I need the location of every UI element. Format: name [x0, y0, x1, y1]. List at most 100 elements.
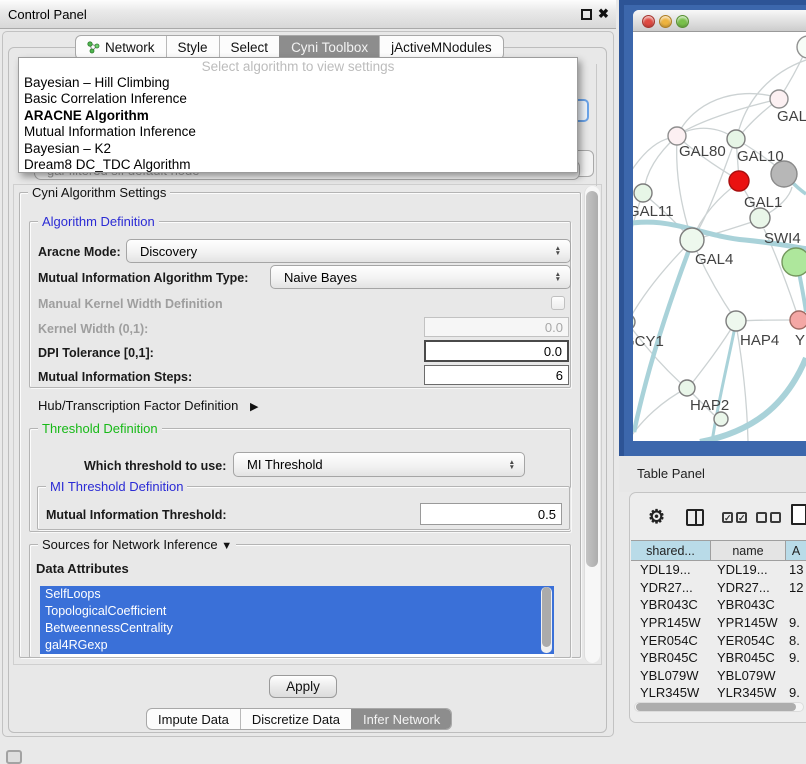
algorithm-option[interactable]: ARACNE Algorithm [19, 108, 577, 124]
network-node[interactable] [797, 36, 806, 58]
tab-impute-data[interactable]: Impute Data [147, 709, 240, 729]
column-header-name[interactable]: name [711, 541, 786, 560]
tab-cyni-toolbox[interactable]: Cyni Toolbox [279, 36, 379, 59]
network-node-hap2[interactable] [679, 380, 695, 396]
table-hscrollbar-thumb[interactable] [636, 703, 796, 711]
expanded-arrow-icon: ▼ [221, 540, 232, 552]
node-label: GAL [777, 108, 806, 125]
network-node-gal1[interactable] [750, 208, 770, 228]
show-columns-icon[interactable] [686, 509, 704, 526]
dpi-tolerance-value: 0.0 [544, 344, 562, 359]
tab-discretize-data-label: Discretize Data [252, 712, 340, 727]
deselect-all-checkbox-icon[interactable] [756, 512, 767, 523]
column-header-partial[interactable]: A [786, 541, 806, 560]
tab-cyni-toolbox-label: Cyni Toolbox [291, 40, 368, 55]
mi-threshold-definition-title: MI Threshold Definition [46, 479, 187, 494]
settings-scrollbar-thumb[interactable] [586, 191, 598, 567]
select-all-checkbox-icon[interactable]: ✓ [736, 512, 747, 523]
table-cell: YBL079W [711, 668, 786, 683]
network-node[interactable] [729, 171, 749, 191]
combo-arrows-icon: ▲▼ [555, 272, 561, 282]
tab-style[interactable]: Style [166, 36, 219, 59]
data-attributes-list[interactable]: SelfLoopsTopologicalCoefficientBetweenne… [40, 586, 554, 657]
network-node-gal[interactable] [770, 90, 788, 108]
network-node-swi4[interactable] [782, 248, 806, 276]
close-panel-icon[interactable]: ✖ [598, 6, 609, 22]
network-node-hap4[interactable] [726, 311, 746, 331]
cyni-algorithm-settings-title: Cyni Algorithm Settings [28, 185, 170, 200]
hub-tf-definition-toggle[interactable]: Hub/Transcription Factor Definition ▶ [38, 398, 258, 413]
sources-title-label: Sources for Network Inference [42, 537, 218, 552]
manual-kernel-width-checkbox[interactable] [551, 296, 565, 310]
tab-infer-network[interactable]: Infer Network [351, 709, 451, 729]
tab-impute-data-label: Impute Data [158, 712, 229, 727]
apply-button[interactable]: Apply [269, 675, 337, 698]
select-all-checkbox-icon[interactable]: ✓ [722, 512, 733, 523]
node-label: GAL10 [737, 148, 784, 165]
mi-threshold-field[interactable]: 0.5 [420, 503, 562, 525]
function-builder-icon[interactable] [791, 504, 806, 525]
network-node[interactable] [714, 412, 728, 426]
kernel-width-label: Kernel Width (0,1): [38, 322, 148, 336]
data-attribute-item[interactable]: TopologicalCoefficient [40, 603, 554, 620]
apply-button-label: Apply [286, 679, 320, 694]
gear-icon[interactable]: ⚙ [648, 506, 665, 529]
minimize-window-icon[interactable] [659, 15, 672, 28]
mi-steps-field[interactable]: 6 [424, 365, 569, 385]
network-node-gal4[interactable] [680, 228, 704, 252]
tab-jactivemnodules[interactable]: jActiveMNodules [379, 36, 503, 59]
table-row[interactable]: YPR145WYPR145W9. [631, 614, 806, 632]
data-attribute-item[interactable]: BetweennessCentrality [40, 620, 554, 637]
algorithm-option[interactable]: Bayesian – K2 [19, 141, 577, 157]
cyni-mode-tabstrip: Impute Data Discretize Data Infer Networ… [146, 708, 452, 730]
table-row[interactable]: YBR043CYBR043C [631, 596, 806, 614]
table-cell: YLR345W [631, 685, 711, 700]
table-row[interactable]: YDL19...YDL19...13 [631, 561, 806, 579]
algorithm-option[interactable]: Bayesian – Hill Climbing [19, 75, 577, 91]
zoom-window-icon[interactable] [676, 15, 689, 28]
node-label: GAL1 [744, 194, 782, 211]
close-window-icon[interactable] [642, 15, 655, 28]
mi-algorithm-type-label: Mutual Information Algorithm Type: [38, 271, 248, 285]
network-node-gcy1[interactable] [633, 314, 635, 330]
table-row[interactable]: YER054CYER054C8. [631, 631, 806, 649]
table-row[interactable]: YDR27...YDR27...12 [631, 579, 806, 597]
which-threshold-label: Which threshold to use: [84, 459, 226, 473]
tab-network[interactable]: Network [76, 36, 166, 59]
data-attribute-item[interactable]: SelfLoops [40, 586, 554, 603]
which-threshold-value: MI Threshold [247, 457, 323, 472]
network-node-gal11[interactable] [634, 184, 652, 202]
sources-title[interactable]: Sources for Network Inference ▼ [38, 537, 236, 552]
mi-algorithm-type-combo[interactable]: Naive Bayes ▲▼ [270, 265, 571, 289]
table-cell: YBR043C [711, 597, 786, 612]
algorithm-option[interactable]: Mutual Information Inference [19, 124, 577, 140]
algorithm-option[interactable]: Basic Correlation Inference [19, 91, 577, 107]
network-node-y[interactable] [790, 311, 806, 329]
table-cell: YDL19... [631, 562, 711, 577]
table-cell: YPR145W [711, 615, 786, 630]
column-header-shared-name[interactable]: shared... [631, 541, 711, 560]
tab-jactivemnodules-label: jActiveMNodules [391, 40, 492, 55]
float-panel-icon[interactable] [581, 9, 592, 20]
algorithm-definition-title: Algorithm Definition [38, 214, 159, 229]
table-body[interactable]: YDL19...YDL19...13YDR27...YDR27...12YBR0… [631, 561, 806, 701]
table-row[interactable]: YLR345WYLR345W9. [631, 684, 806, 701]
tab-discretize-data[interactable]: Discretize Data [240, 709, 351, 729]
which-threshold-combo[interactable]: MI Threshold ▲▼ [233, 452, 525, 477]
algorithm-dropdown-placeholder: Select algorithm to view settings [19, 58, 577, 75]
tab-select[interactable]: Select [219, 36, 280, 59]
algorithm-option[interactable]: Dream8 DC_TDC Algorithm [19, 157, 577, 173]
deselect-all-checkbox-icon[interactable] [770, 512, 781, 523]
network-window-titlebar[interactable] [633, 10, 806, 32]
table-row[interactable]: YBR045CYBR045C9. [631, 649, 806, 667]
network-graph[interactable]: GALGAL80GAL10GAL1GAL11SWI4GAL4GCY1HAP4YH… [633, 32, 806, 441]
table-cell: YER054C [711, 633, 786, 648]
dpi-tolerance-field[interactable]: 0.0 [424, 340, 569, 362]
collapsed-arrow-icon: ▶ [250, 400, 258, 413]
data-attribute-item[interactable]: gal4RGexp [40, 637, 554, 654]
network-node-gal10[interactable] [727, 130, 745, 148]
aracne-mode-combo[interactable]: Discovery ▲▼ [126, 239, 571, 263]
table-row[interactable]: YBL079WYBL079W [631, 667, 806, 685]
attributes-list-scrollbar-thumb[interactable] [542, 587, 551, 647]
combo-arrows-icon: ▲▼ [509, 460, 515, 470]
